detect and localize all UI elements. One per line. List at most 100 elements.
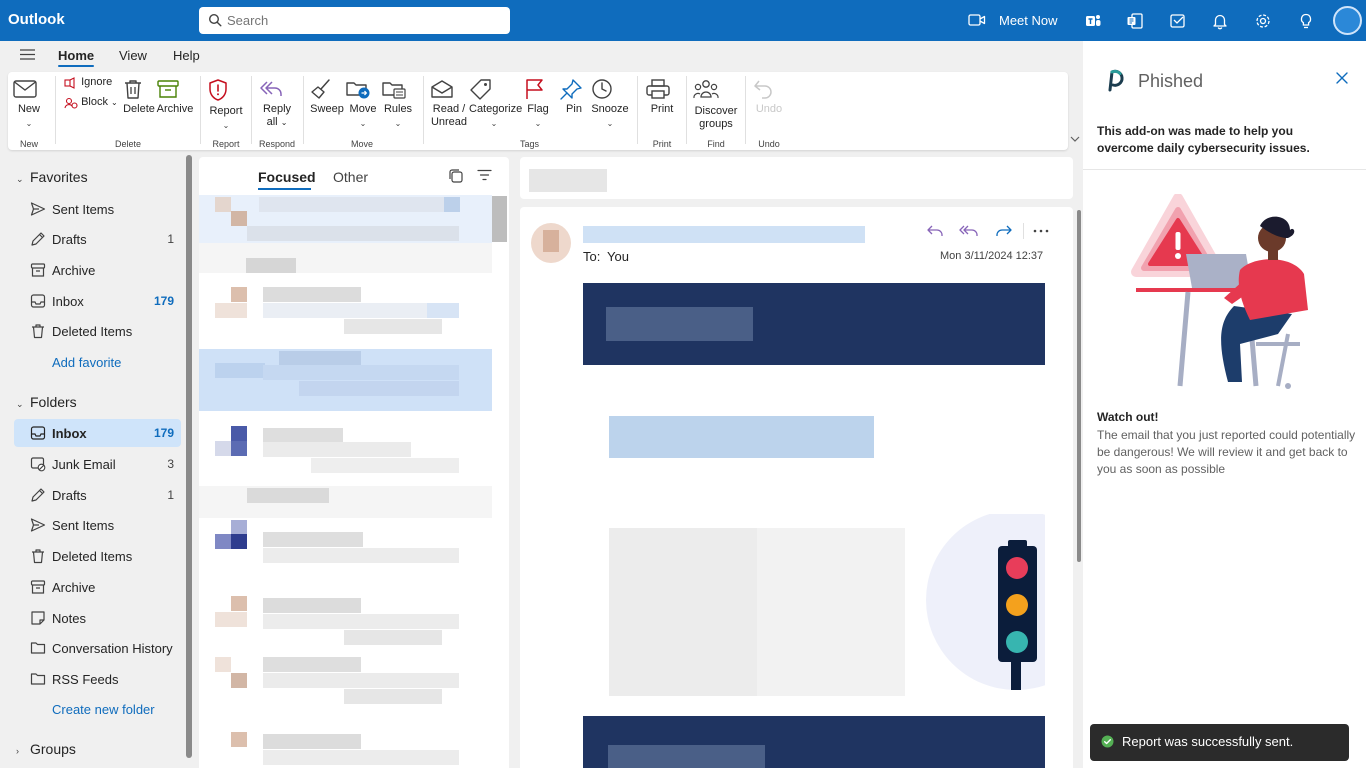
- warning-message: The email that you just reported could p…: [1097, 428, 1356, 476]
- tab-help[interactable]: Help: [173, 48, 200, 63]
- block-button[interactable]: Block ⌄: [64, 96, 122, 109]
- folders-header[interactable]: ⌄ Folders: [16, 394, 77, 410]
- video-camera-icon[interactable]: [968, 13, 986, 27]
- folder-conversation-history[interactable]: Conversation History: [14, 634, 181, 662]
- message-item[interactable]: [199, 592, 492, 652]
- create-new-folder-link[interactable]: Create new folder: [52, 702, 155, 717]
- blurred-content: [231, 426, 247, 441]
- folder-deleted-items[interactable]: Deleted Items: [14, 542, 181, 570]
- message-item[interactable]: [199, 730, 492, 768]
- message-item[interactable]: [199, 195, 492, 243]
- categorize-button[interactable]: Categorize ⌄: [469, 78, 522, 130]
- user-avatar[interactable]: [1333, 6, 1362, 35]
- nav-label: Sent Items: [52, 518, 115, 533]
- report-button[interactable]: Report ⌄: [207, 78, 245, 132]
- blurred-content: [231, 534, 247, 549]
- blurred-content: [263, 750, 459, 765]
- people-group-icon: [692, 78, 740, 102]
- message-item-selected[interactable]: [199, 349, 492, 411]
- message-item[interactable]: [199, 518, 492, 578]
- folder-sent-items[interactable]: Sent Items: [14, 511, 181, 539]
- reply-all-icon[interactable]: [959, 224, 979, 238]
- lightbulb-icon[interactable]: [1297, 12, 1315, 30]
- folder-notes[interactable]: Notes: [14, 604, 181, 632]
- favorite-inbox[interactable]: Inbox 179: [14, 287, 181, 315]
- message-list-scrollbar[interactable]: [492, 196, 507, 242]
- favorite-archive[interactable]: Archive: [14, 256, 181, 284]
- chevron-right-icon: ›: [16, 746, 19, 756]
- add-favorite-link[interactable]: Add favorite: [52, 355, 121, 370]
- bell-icon[interactable]: [1211, 12, 1229, 30]
- pin-label: Pin: [566, 103, 582, 115]
- warning-illustration: [1128, 194, 1318, 392]
- move-button[interactable]: Move ⌄: [345, 78, 381, 130]
- blurred-content: [263, 365, 459, 380]
- favorite-sent-items[interactable]: Sent Items: [14, 195, 181, 223]
- folder-rss-feeds[interactable]: RSS Feeds: [14, 665, 181, 693]
- gear-icon[interactable]: [1254, 12, 1272, 30]
- blurred-content: [215, 303, 247, 318]
- nav-label: Deleted Items: [52, 324, 133, 339]
- delete-button[interactable]: Delete: [122, 78, 156, 116]
- ribbon-expand-chevron-icon[interactable]: [1070, 135, 1080, 143]
- tab-view[interactable]: View: [119, 48, 147, 63]
- group-tags-label: Tags: [519, 139, 539, 149]
- groups-header[interactable]: › Groups: [16, 741, 76, 757]
- discover-groups-button[interactable]: Discover groups: [692, 78, 740, 131]
- folder-inbox[interactable]: Inbox 179: [14, 419, 181, 447]
- office-icon[interactable]: [1126, 12, 1144, 30]
- teams-icon[interactable]: [1084, 12, 1102, 30]
- ribbon-divider: [686, 76, 687, 144]
- blurred-content: [263, 734, 361, 749]
- reading-pane-scrollbar[interactable]: [1077, 210, 1081, 562]
- blurred-content: [606, 307, 753, 341]
- ignore-button[interactable]: Ignore: [64, 76, 120, 89]
- message-item[interactable]: [199, 273, 492, 336]
- folder-archive[interactable]: Archive: [14, 573, 181, 601]
- select-messages-icon[interactable]: [448, 168, 464, 184]
- tab-focused[interactable]: Focused: [258, 169, 316, 185]
- rules-button[interactable]: Rules ⌄: [381, 78, 415, 130]
- message-item[interactable]: [199, 655, 492, 715]
- archive-button[interactable]: Archive: [156, 78, 194, 116]
- favorite-drafts[interactable]: Drafts 1: [14, 225, 181, 253]
- undo-button[interactable]: Undo: [752, 78, 786, 116]
- filter-icon[interactable]: [477, 169, 492, 181]
- tab-other[interactable]: Other: [333, 169, 368, 185]
- reply-icon[interactable]: [926, 224, 944, 238]
- printer-icon: [645, 78, 679, 100]
- blurred-content: [279, 351, 361, 366]
- favorite-deleted-items[interactable]: Deleted Items: [14, 317, 181, 345]
- search-input[interactable]: [227, 11, 497, 30]
- flag-button[interactable]: Flag ⌄: [523, 78, 553, 130]
- message-item[interactable]: [199, 426, 492, 486]
- my-day-icon[interactable]: [1169, 12, 1187, 30]
- close-icon[interactable]: [1336, 72, 1348, 84]
- search-box[interactable]: [199, 7, 510, 34]
- pin-button[interactable]: Pin: [559, 78, 589, 116]
- pin-icon: [559, 78, 589, 100]
- snooze-button[interactable]: Snooze ⌄: [590, 78, 630, 130]
- read-unread-button[interactable]: Read / Unread: [429, 78, 469, 129]
- meet-now-button[interactable]: Meet Now: [999, 13, 1058, 28]
- tab-home[interactable]: Home: [58, 48, 94, 63]
- more-actions-icon[interactable]: [1033, 229, 1049, 233]
- recipient-name[interactable]: You: [607, 249, 629, 264]
- forward-icon[interactable]: [995, 224, 1013, 238]
- folder-pane-scrollbar[interactable]: [186, 155, 192, 758]
- blurred-content: [427, 303, 459, 318]
- reply-all-button[interactable]: Reply all ⌄: [258, 78, 296, 129]
- chevron-down-icon: ⌄: [222, 121, 230, 130]
- chevron-down-icon: ⌄: [359, 119, 367, 128]
- hamburger-menu-icon[interactable]: [19, 48, 36, 61]
- broom-icon: [309, 78, 345, 100]
- folder-drafts[interactable]: Drafts 1: [14, 481, 181, 509]
- favorites-header[interactable]: ⌄ Favorites: [16, 169, 88, 185]
- new-mail-button[interactable]: New ⌄: [12, 78, 46, 130]
- folder-junk-email[interactable]: Junk Email 3: [14, 450, 181, 478]
- sweep-button[interactable]: Sweep: [309, 78, 345, 116]
- app-title[interactable]: Outlook: [8, 11, 65, 28]
- blurred-content: [263, 657, 361, 672]
- group-undo-label: Undo: [758, 139, 780, 149]
- print-button[interactable]: Print: [645, 78, 679, 116]
